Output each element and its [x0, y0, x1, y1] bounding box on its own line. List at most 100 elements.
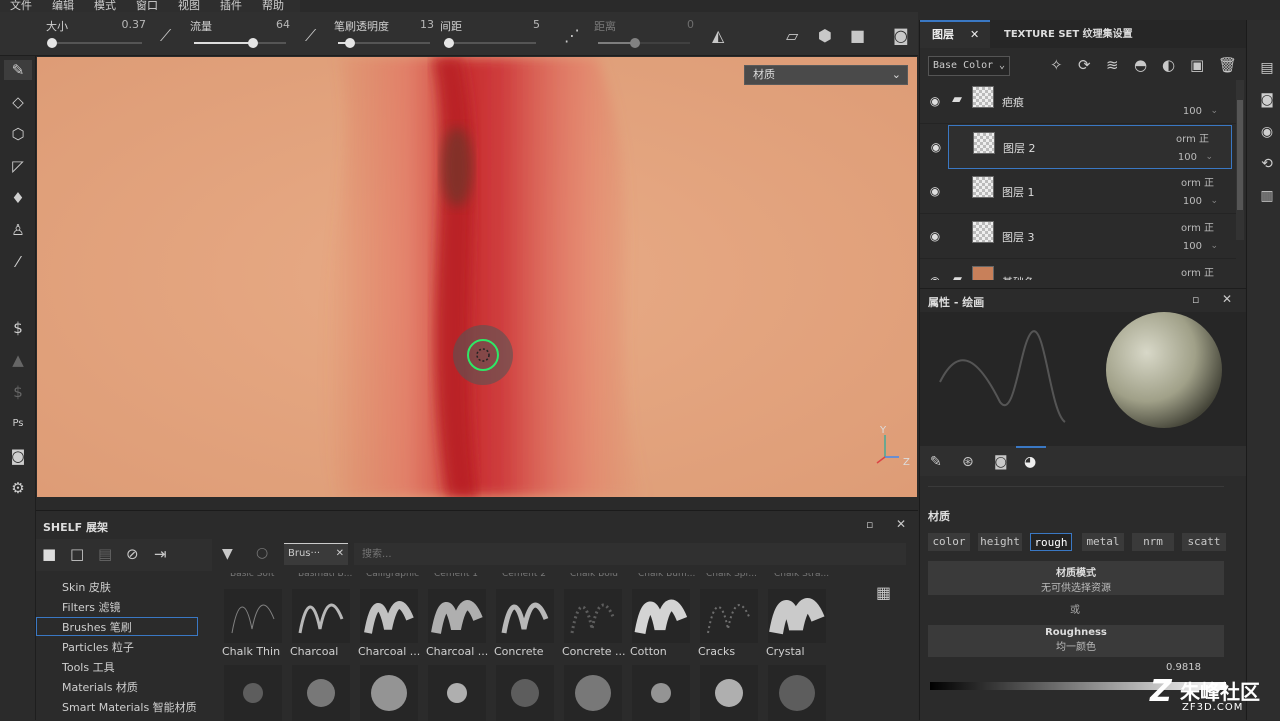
paint-brush-icon[interactable]: ✎ [4, 60, 32, 80]
tab-close-icon[interactable]: ✕ [336, 544, 344, 564]
log-icon[interactable]: ▥ [1257, 188, 1277, 208]
hide-icon[interactable]: ⊘ [126, 545, 139, 563]
layer-row[interactable]: ◉ ▰ 基础色 orm 正 [920, 260, 1236, 280]
spacing-slider[interactable]: 间距 5 [440, 16, 540, 48]
polygon-fill-icon[interactable]: ◸ [8, 156, 28, 176]
symmetry-icon[interactable]: ◭ [712, 26, 724, 45]
channel-toggle-color[interactable]: color [928, 533, 970, 551]
material-mode-box[interactable]: 材质模式 无可供选择资源 [928, 561, 1224, 595]
layer-row[interactable]: ◉ 图层 1 orm 正 100 ⌄ [920, 170, 1236, 214]
layer-opacity[interactable]: 100 [1183, 241, 1202, 252]
category-tools[interactable]: Tools 工具 [62, 659, 115, 675]
fill-layer-icon[interactable]: ◓ [1134, 56, 1147, 74]
refresh-icon[interactable]: ○ [256, 545, 268, 561]
brush-name-partial[interactable]: Chalk Bum... [638, 573, 695, 579]
brush-item[interactable]: Concrete [494, 581, 556, 661]
brush-thumbnail[interactable] [292, 665, 350, 721]
brush-thumbnail[interactable] [496, 665, 554, 721]
layer-row[interactable]: ◉ 图层 2 orm 正 100 ⌄ [931, 125, 1232, 169]
photoshop-icon[interactable]: Ps [8, 414, 28, 434]
brush-name-partial[interactable]: Basic Soft [230, 573, 274, 579]
visibility-eye-icon[interactable]: ◉ [928, 274, 942, 280]
3d-viewport[interactable]: 材质 ⌄ Y Z [37, 57, 917, 497]
brush-thumbnail[interactable] [428, 665, 486, 721]
layer-stack-icon[interactable]: ≋ [1106, 56, 1119, 74]
brush-thumbnail[interactable] [700, 665, 758, 721]
layers-scrollbar[interactable] [1236, 80, 1244, 240]
bake-icon[interactable]: $ [8, 318, 28, 338]
import-icon[interactable]: ⇥ [154, 545, 167, 563]
layer-opacity[interactable]: 100 [1183, 196, 1202, 207]
camera-icon[interactable]: ■ [850, 26, 865, 45]
add-effect-icon[interactable]: ✧ [1050, 56, 1063, 74]
tab-layers[interactable]: 图层 ✕ [920, 20, 990, 48]
brush-thumbnail[interactable] [360, 665, 418, 721]
grid-view-icon[interactable]: ▦ [876, 583, 891, 602]
trash-icon[interactable]: ▤ [98, 545, 112, 563]
spacing-value[interactable]: 5 [533, 18, 540, 31]
stencil-tab-icon[interactable]: ◙ [994, 454, 1008, 470]
menu-help[interactable]: 帮助 [252, 0, 294, 12]
category-brushes[interactable]: Brushes 笔刷 [62, 619, 132, 635]
layer-blend-mode[interactable]: orm 正 [1181, 264, 1214, 279]
brush-name-partial[interactable]: Calligraphic [366, 573, 419, 579]
menu-window[interactable]: 窗口 [126, 0, 168, 12]
brush-item[interactable]: Charcoal [290, 581, 352, 661]
stroke-opacity-slider[interactable]: 笔刷透明度 13 [334, 16, 434, 48]
visibility-eye-icon[interactable]: ◉ [929, 140, 943, 154]
layer-opacity[interactable]: 100 [1178, 152, 1197, 163]
brush-item[interactable]: Charcoal ... [426, 581, 488, 661]
size-value[interactable]: 0.37 [122, 18, 147, 31]
flow-track[interactable] [194, 38, 286, 48]
category-smart-materials[interactable]: Smart Materials 智能材质 [62, 699, 197, 715]
visibility-eye-icon[interactable]: ◉ [928, 184, 942, 198]
new-folder-icon[interactable]: □ [70, 545, 84, 563]
projection-2d-icon[interactable]: ▱ [786, 26, 798, 45]
size-slider[interactable]: 大小 0.37 [46, 16, 147, 48]
stroke-opacity-handle[interactable] [344, 38, 355, 48]
brush-name-partial[interactable]: Cement 2 [502, 573, 546, 579]
texture-set-list-icon[interactable]: ▤ [1257, 60, 1277, 80]
brush-name-partial[interactable]: Chalk Spr... [706, 573, 757, 579]
brush-item[interactable]: Crystal [766, 581, 828, 661]
stroke-opacity-track[interactable] [338, 38, 430, 48]
stroke-opacity-value[interactable]: 13 [420, 18, 434, 31]
lock-icon[interactable]: ▲ [8, 350, 28, 370]
smudge-icon[interactable]: ♦ [8, 188, 28, 208]
category-particles[interactable]: Particles 粒子 [62, 639, 134, 655]
brush-item[interactable]: Chalk Thin [222, 581, 284, 661]
flow-handle[interactable] [247, 38, 258, 48]
flow-value[interactable]: 64 [276, 18, 290, 31]
layer-blend-mode[interactable]: orm 正 [1181, 174, 1214, 189]
layer-blend-mode[interactable]: orm 正 [1181, 219, 1214, 234]
spacing-track[interactable] [443, 38, 536, 48]
chevron-down-icon[interactable]: ⌄ [1210, 241, 1218, 251]
brush-item[interactable]: Cotton [630, 581, 692, 661]
chevron-down-icon[interactable]: ⌄ [1210, 106, 1218, 116]
layer-name[interactable]: 图层 2 [1003, 140, 1036, 156]
material-dropdown[interactable]: 材质 ⌄ [744, 65, 908, 85]
size-track[interactable] [46, 38, 142, 48]
shelf-search-input[interactable] [354, 543, 906, 565]
chevron-down-icon[interactable]: ⌄ [1210, 196, 1218, 206]
layer-row[interactable]: ◉ 图层 3 orm 正 100 ⌄ [920, 215, 1236, 259]
brush-thumbnail[interactable] [768, 665, 826, 721]
add-folder-icon[interactable]: ▣ [1190, 56, 1204, 74]
visibility-eye-icon[interactable]: ◉ [928, 229, 942, 243]
category-filters[interactable]: Filters 滤镜 [62, 599, 120, 615]
clone-stamp-icon[interactable]: ♙ [8, 220, 28, 240]
menu-file[interactable]: 文件 [0, 0, 42, 12]
brush-tab-icon[interactable]: ✎ [930, 454, 942, 470]
display-settings-icon[interactable]: ◙ [1257, 92, 1277, 112]
channel-toggle-metal[interactable]: metal [1082, 533, 1124, 551]
spacing-handle[interactable] [443, 38, 454, 48]
brush-name-partial[interactable]: Basmati B... [298, 573, 352, 579]
screenshot-icon[interactable]: ◙ [893, 26, 909, 45]
tab-texture-set[interactable]: TEXTURE SET 纹理集设置 [1004, 20, 1133, 50]
delete-layer-icon[interactable]: 🗑 [1218, 56, 1237, 74]
layer-opacity[interactable]: 100 [1183, 106, 1202, 117]
channel-select[interactable]: Base Color ⌄ [928, 56, 1010, 76]
brush-name-partial[interactable]: Cement 1 [434, 573, 478, 579]
brush-item[interactable]: Cracks [698, 581, 760, 661]
cube-view-icon[interactable]: ⬢ [818, 26, 832, 45]
